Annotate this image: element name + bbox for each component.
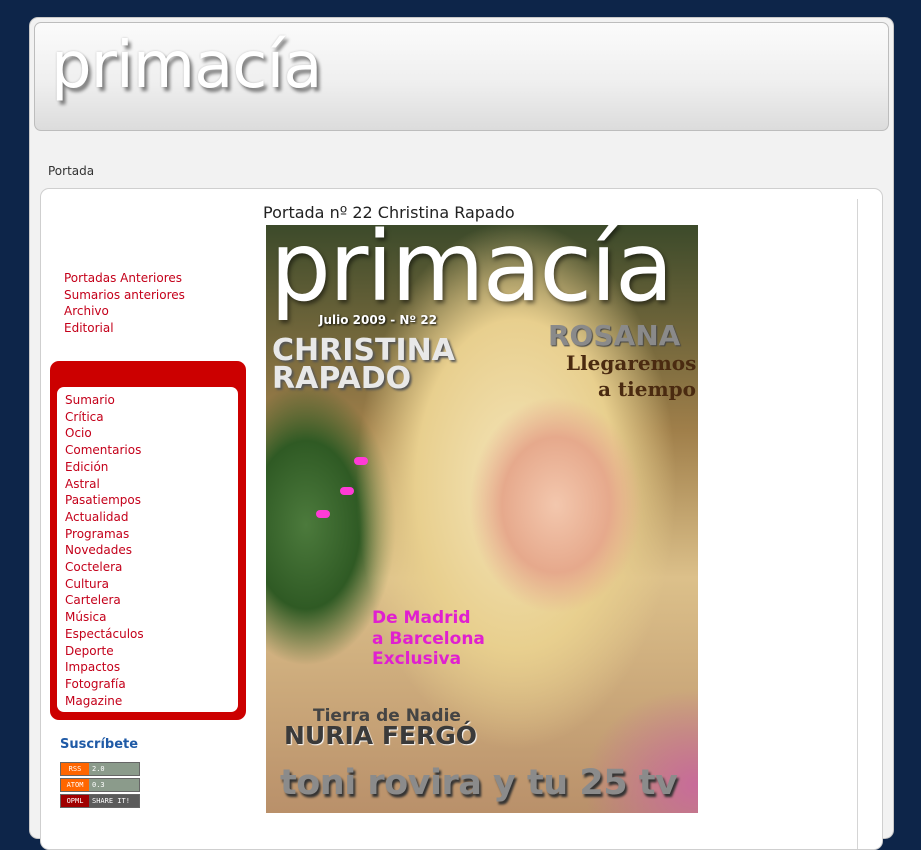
link-editorial[interactable]: Editorial [64, 320, 185, 337]
category-list-panel: Sumario Crítica Ocio Comentarios Edición… [57, 387, 238, 712]
cover-heading: Portada nº 22 Christina Rapado [263, 203, 515, 222]
atom-badge-version: 0.3 [89, 779, 139, 791]
breadcrumb[interactable]: Portada [48, 164, 94, 178]
category-box: Sumario Crítica Ocio Comentarios Edición… [50, 361, 246, 720]
cover-pink-line1: De Madrid [372, 608, 471, 628]
rss-badge-version: 2.0 [89, 763, 139, 775]
category-critica[interactable]: Crítica [65, 409, 144, 426]
site-title[interactable]: primacía [51, 29, 322, 103]
nail-decoration [340, 487, 354, 495]
category-sumario[interactable]: Sumario [65, 392, 144, 409]
category-impactos[interactable]: Impactos [65, 659, 144, 676]
cover-rosana: ROSANA [548, 319, 681, 352]
page-container: primacía Portada Portadas Anteriores Sum… [29, 17, 894, 850]
category-pasatiempos[interactable]: Pasatiempos [65, 492, 144, 509]
category-cartelera[interactable]: Cartelera [65, 592, 144, 609]
subscribe-heading: Suscríbete [60, 737, 139, 752]
category-cultura[interactable]: Cultura [65, 576, 144, 593]
cover-toni: toni rovira y tu 25 tv [280, 763, 678, 803]
magazine-cover-image: primacía Julio 2009 - Nº 22 CHRISTINA RA… [266, 225, 698, 813]
category-edicion[interactable]: Edición [65, 459, 144, 476]
category-astral[interactable]: Astral [65, 476, 144, 493]
cover-name-line2: RAPADO [272, 361, 412, 396]
category-programas[interactable]: Programas [65, 526, 144, 543]
link-portadas-anteriores[interactable]: Portadas Anteriores [64, 270, 185, 287]
nail-decoration [316, 510, 330, 518]
cover-llegaremos: Llegaremos [566, 351, 697, 375]
rss-badge-label: RSS [61, 763, 89, 775]
opml-badge-share: SHARE IT! [89, 795, 139, 807]
cover-pink-line3: Exclusiva [372, 649, 462, 669]
category-espectaculos[interactable]: Espectáculos [65, 626, 144, 643]
rss-feed-badge[interactable]: RSS 2.0 [60, 762, 140, 776]
feed-badges: RSS 2.0 ATOM 0.3 OPML SHARE IT! [60, 762, 140, 810]
category-musica[interactable]: Música [65, 609, 144, 626]
category-coctelera[interactable]: Coctelera [65, 559, 144, 576]
category-deporte[interactable]: Deporte [65, 643, 144, 660]
opml-badge-label: OPML [61, 795, 89, 807]
category-comentarios[interactable]: Comentarios [65, 442, 144, 459]
atom-feed-badge[interactable]: ATOM 0.3 [60, 778, 140, 792]
category-novedades[interactable]: Novedades [65, 542, 144, 559]
atom-badge-label: ATOM [61, 779, 89, 791]
cover-pink-line2: a Barcelona [372, 629, 485, 649]
main-content: Portadas Anteriores Sumarios anteriores … [40, 188, 883, 850]
cover-a-tiempo: a tiempo [598, 377, 696, 401]
nail-decoration [354, 457, 368, 465]
category-ocio[interactable]: Ocio [65, 425, 144, 442]
link-sumarios-anteriores[interactable]: Sumarios anteriores [64, 287, 185, 304]
top-links: Portadas Anteriores Sumarios anteriores … [64, 270, 185, 337]
cover-nuria: NURIA FERGÓ [284, 721, 478, 750]
cover-logo: primacía [270, 225, 674, 323]
cover-issue: Julio 2009 - Nº 22 [319, 313, 438, 327]
category-list: Sumario Crítica Ocio Comentarios Edición… [65, 392, 144, 709]
category-fotografia[interactable]: Fotografía [65, 676, 144, 693]
site-header: primacía [34, 22, 889, 131]
category-magazine[interactable]: Magazine [65, 693, 144, 710]
category-actualidad[interactable]: Actualidad [65, 509, 144, 526]
link-archivo[interactable]: Archivo [64, 303, 185, 320]
column-divider [857, 199, 858, 849]
opml-feed-badge[interactable]: OPML SHARE IT! [60, 794, 140, 808]
